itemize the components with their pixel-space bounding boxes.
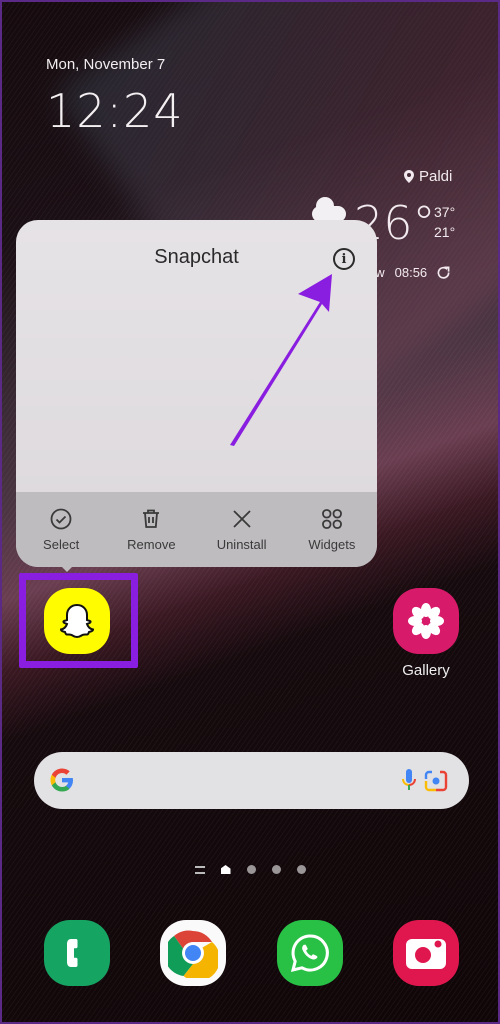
popup-actions: Select Remove Uninstall Widgets <box>16 492 377 567</box>
microphone-icon[interactable] <box>400 767 418 795</box>
select-button[interactable]: Select <box>16 507 106 552</box>
high-temperature: 37° <box>434 204 456 220</box>
camera-app-icon[interactable] <box>393 920 459 986</box>
camera-body-icon <box>406 939 446 969</box>
widgets-button[interactable]: Widgets <box>287 507 377 552</box>
select-label: Select <box>43 537 80 552</box>
updated-time: 08:56 <box>394 265 428 280</box>
popup-title: Snapchat <box>154 246 239 268</box>
location-pin-icon <box>404 170 414 183</box>
check-circle-icon <box>50 508 72 530</box>
page-dot[interactable] <box>296 865 306 874</box>
phone-handset-icon <box>67 939 78 967</box>
widgets-label: Widgets <box>308 537 356 552</box>
weather-updated[interactable]: ow 08:56 <box>368 265 450 280</box>
home-screen: Mon, November 7 12:24 Paldi 26° 37° 21° … <box>0 0 500 1024</box>
whatsapp-app-icon[interactable] <box>277 920 343 986</box>
page-list-icon[interactable] <box>194 865 205 874</box>
page-dot[interactable] <box>271 865 281 874</box>
snapchat-ghost-icon <box>59 603 95 639</box>
clock-widget[interactable]: 12:24 <box>46 84 184 138</box>
trash-icon <box>143 509 160 528</box>
gallery-label: Gallery <box>402 662 450 679</box>
refresh-icon[interactable] <box>437 266 450 279</box>
gallery-app-icon[interactable] <box>393 588 459 654</box>
weather-location[interactable]: Paldi <box>404 168 452 185</box>
chrome-app-icon[interactable] <box>160 920 226 986</box>
phone-app-icon[interactable] <box>44 920 110 986</box>
info-icon[interactable]: i <box>333 248 355 270</box>
widgets-icon <box>321 509 342 529</box>
uninstall-label: Uninstall <box>216 537 267 552</box>
google-lens-icon[interactable] <box>422 767 450 795</box>
snapchat-app-icon[interactable] <box>44 588 110 654</box>
popup-pointer <box>60 565 74 572</box>
page-dot[interactable] <box>246 865 256 874</box>
google-search-bar[interactable] <box>34 752 469 809</box>
close-icon <box>232 510 251 528</box>
uninstall-button[interactable]: Uninstall <box>197 507 287 552</box>
whatsapp-logo-icon <box>290 934 329 973</box>
home-page-icon[interactable] <box>220 865 231 874</box>
remove-label: Remove <box>127 537 176 552</box>
google-g-icon <box>50 768 73 792</box>
remove-button[interactable]: Remove <box>106 507 196 552</box>
date-text: Mon, November 7 <box>46 56 166 73</box>
page-indicator <box>2 865 498 874</box>
flower-icon <box>408 603 444 639</box>
chrome-logo-icon <box>168 930 218 978</box>
low-temperature: 21° <box>434 224 456 240</box>
app-context-menu: Snapchat i Select Remove Uninstall Widge… <box>16 220 377 567</box>
location-label: Paldi <box>419 168 453 185</box>
